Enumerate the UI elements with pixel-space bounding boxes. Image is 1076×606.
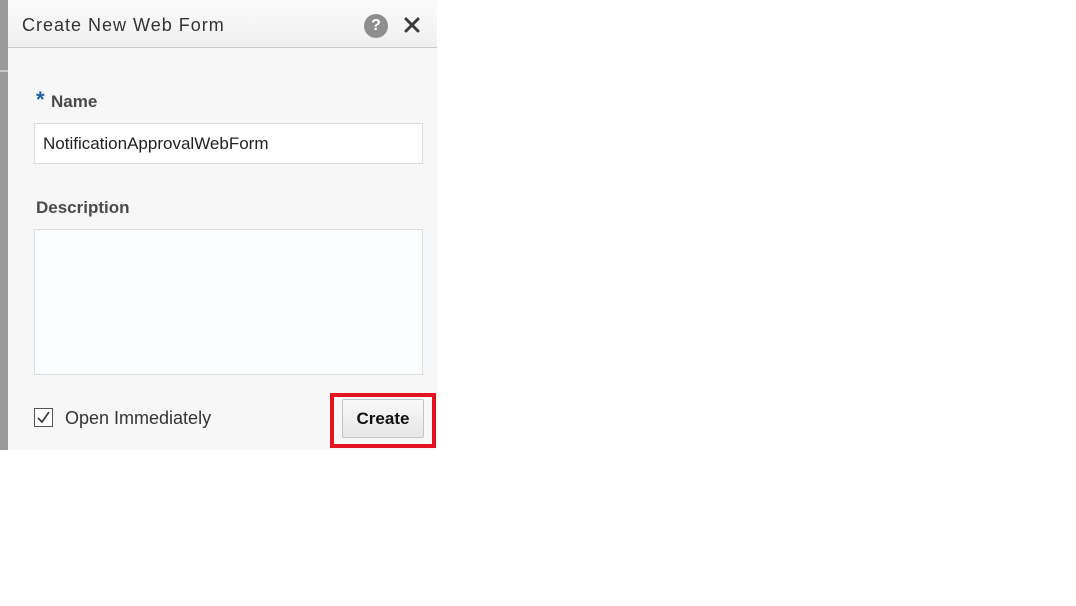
help-icon[interactable]: ? — [364, 14, 388, 38]
description-textarea[interactable] — [34, 229, 423, 375]
background-divider — [0, 70, 8, 72]
background-window-edge — [0, 0, 8, 450]
description-label: Description — [36, 198, 130, 217]
dialog-title: Create New Web Form — [22, 15, 225, 35]
open-immediately-checkbox[interactable] — [34, 408, 53, 427]
dialog-titlebar: Create New Web Form ? — [8, 0, 437, 48]
name-label: Name — [51, 92, 98, 111]
checkmark-icon — [37, 411, 50, 424]
create-web-form-dialog: Create New Web Form ? * Name Description… — [8, 0, 437, 450]
required-marker: * — [36, 87, 45, 112]
close-icon[interactable] — [402, 15, 422, 35]
create-button[interactable]: Create — [342, 399, 424, 438]
open-immediately-label[interactable]: Open Immediately — [65, 408, 211, 429]
name-input[interactable] — [34, 123, 423, 164]
